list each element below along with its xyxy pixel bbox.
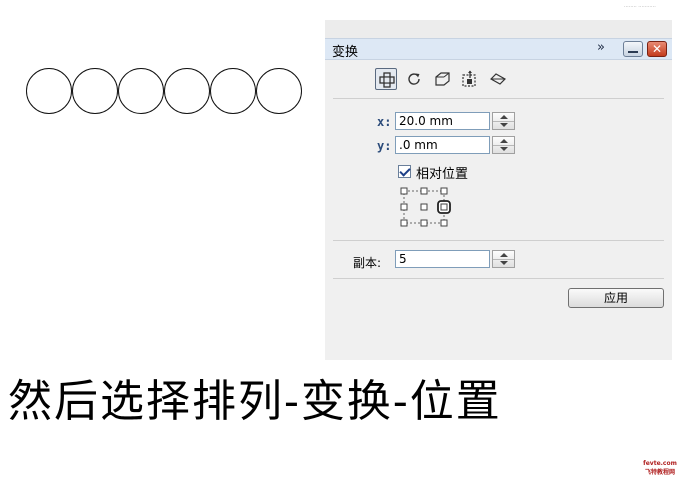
circle-shape[interactable] bbox=[118, 68, 164, 114]
anchor-top-left[interactable] bbox=[400, 187, 408, 195]
anchor-middle-left[interactable] bbox=[400, 203, 408, 211]
panel-top-strip bbox=[325, 20, 672, 38]
circle-shape[interactable] bbox=[26, 68, 72, 114]
scale-tool-button[interactable] bbox=[431, 68, 453, 90]
anchor-bottom-left[interactable] bbox=[400, 219, 408, 227]
minimize-button[interactable] bbox=[623, 41, 643, 57]
apply-button[interactable]: 应用 bbox=[568, 288, 664, 308]
position-icon bbox=[379, 72, 395, 88]
x-spinner[interactable] bbox=[492, 112, 515, 130]
size-tool-button[interactable] bbox=[459, 68, 481, 90]
circle-shape[interactable] bbox=[210, 68, 256, 114]
watermark-logo: fevte.com 飞特教程网 bbox=[643, 460, 677, 476]
anchor-top-center[interactable] bbox=[420, 187, 428, 195]
x-position-input[interactable]: 20.0 mm bbox=[395, 112, 490, 130]
divider bbox=[333, 278, 664, 279]
y-label: y: bbox=[377, 139, 392, 153]
skew-icon bbox=[490, 73, 506, 85]
relative-position-checkbox[interactable] bbox=[398, 165, 411, 178]
watermark-top: ........ ........... bbox=[624, 3, 656, 9]
circle-row bbox=[26, 68, 306, 118]
circle-shape[interactable] bbox=[164, 68, 210, 114]
docker-title: 变换 bbox=[332, 45, 359, 60]
anchor-grid[interactable] bbox=[400, 187, 460, 227]
circle-shape[interactable] bbox=[72, 68, 118, 114]
collapse-chevron-icon[interactable]: » bbox=[597, 40, 605, 55]
y-position-input[interactable]: .0 mm bbox=[395, 136, 490, 154]
size-icon bbox=[462, 70, 476, 87]
instruction-caption: 然后选择排列-变换-位置 bbox=[8, 376, 502, 427]
anchor-top-right[interactable] bbox=[440, 187, 448, 195]
watermark-line1: fevte.com bbox=[643, 460, 677, 467]
docker-titlebar: 变换 » ✕ bbox=[325, 38, 672, 60]
anchor-bottom-center[interactable] bbox=[420, 219, 428, 227]
close-button[interactable]: ✕ bbox=[647, 41, 667, 57]
divider bbox=[333, 98, 664, 99]
divider bbox=[333, 240, 664, 241]
rotate-tool-button[interactable] bbox=[403, 68, 425, 90]
position-tool-button[interactable] bbox=[375, 68, 397, 90]
transform-docker: 变换 » ✕ x: 20.0 mm y: .0 mm 相对位置 副本: 5 应用 bbox=[325, 20, 672, 360]
watermark-line2: 飞特教程网 bbox=[644, 469, 675, 476]
copies-input[interactable]: 5 bbox=[395, 250, 490, 268]
skew-tool-button[interactable] bbox=[487, 68, 509, 90]
x-label: x: bbox=[377, 115, 392, 129]
y-spinner[interactable] bbox=[492, 136, 515, 154]
anchor-bottom-right[interactable] bbox=[440, 219, 448, 227]
copies-spinner[interactable] bbox=[492, 250, 515, 268]
circle-shape[interactable] bbox=[256, 68, 302, 114]
rotate-icon bbox=[408, 73, 420, 85]
anchor-center[interactable] bbox=[420, 203, 428, 211]
relative-position-label: 相对位置 bbox=[416, 167, 469, 182]
copies-label: 副本: bbox=[353, 256, 382, 270]
scale-mirror-icon bbox=[435, 72, 450, 86]
